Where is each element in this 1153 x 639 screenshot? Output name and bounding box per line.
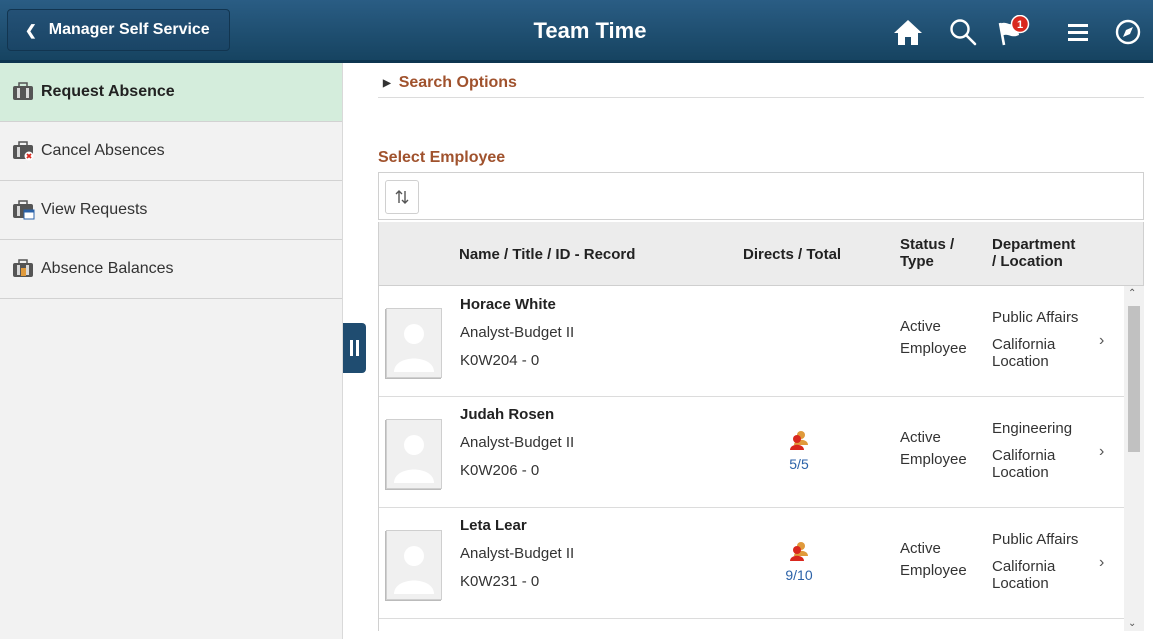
employee-department: Public Affairs California Location [992,309,1079,370]
directs-link[interactable]: 5/5 [774,429,824,472]
employee-title: Analyst-Budget II [460,434,575,451]
scroll-down-icon[interactable]: ⌄ [1128,618,1136,629]
directs-count: 5/5 [789,456,809,472]
collapse-sidebar-button[interactable] [343,323,366,373]
directs-link[interactable]: 9/10 [774,540,824,583]
page-title: Team Time [533,18,647,43]
employee-id: K0W204 - 0 [460,352,540,369]
table-row[interactable]: Judah Rosen Analyst-Budget II K0W206 - 0… [379,397,1125,508]
column-header-name[interactable]: Name / Title / ID - Record [459,246,635,263]
absence-calendar-icon [13,200,35,220]
employee-department: Public Affairs California Location [992,531,1079,592]
employee-status: Active Employee [900,318,967,357]
scrollbar-thumb[interactable] [1128,306,1140,452]
back-button[interactable]: ❮ Manager Self Service [7,9,230,51]
person-placeholder-icon [394,435,434,483]
left-navigation: Request Absence Cancel Absences View Req… [0,63,343,639]
direct-reports-icon [790,431,808,450]
chevron-right-icon[interactable]: › [1099,332,1104,350]
absence-request-icon [13,82,33,100]
table-row[interactable]: Horace White Analyst-Budget II K0W204 - … [379,286,1125,397]
pause-icon [350,340,353,356]
avatar [386,419,442,489]
search-icon[interactable] [946,15,980,49]
divider [378,97,1144,98]
employee-name: Horace White [460,296,556,313]
banner: ❮ Manager Self Service Team Time 1 [0,0,1153,63]
employee-status: Active Employee [900,540,967,579]
directs-count: 9/10 [785,567,813,583]
employee-name: Leta Lear [460,517,527,534]
chevron-left-icon: ❮ [25,21,37,38]
sidebar-item-label: Absence Balances [41,260,174,277]
search-options-toggle[interactable]: ▶ Search Options [383,74,517,92]
scrollbar[interactable]: ⌃ ⌄ [1124,286,1144,631]
person-placeholder-icon [394,546,434,594]
notification-count: 1 [1017,19,1023,31]
sort-icon [395,190,409,204]
grid-header: Name / Title / ID - Record Directs / Tot… [378,222,1144,286]
table-row[interactable]: Leta Lear Analyst-Budget II K0W231 - 0 9… [379,508,1125,619]
sidebar-item-label: View Requests [41,201,148,218]
column-header-status[interactable]: Status / Type [900,236,954,270]
absence-cancel-icon [13,141,34,161]
sidebar-item-label: Request Absence [41,83,175,100]
column-header-department[interactable]: Department / Location [992,236,1075,270]
search-options-label: Search Options [398,74,517,91]
person-placeholder-icon [394,324,434,372]
avatar [386,308,442,378]
employee-list: Horace White Analyst-Budget II K0W204 - … [378,286,1144,631]
back-button-label: Manager Self Service [48,21,210,38]
employee-department: Engineering California Location [992,420,1073,481]
avatar [386,530,442,600]
sort-button[interactable] [385,180,419,214]
chevron-right-icon[interactable]: › [1099,443,1104,461]
sidebar-item-cancel-absences[interactable]: Cancel Absences [0,122,342,181]
section-title: Select Employee [378,149,506,166]
employee-title: Analyst-Budget II [460,324,575,341]
menu-icon[interactable] [1061,15,1095,49]
grid-toolbar [378,172,1144,220]
navbar-compass-icon[interactable] [1111,15,1145,49]
sidebar-item-view-requests[interactable]: View Requests [0,181,342,240]
employee-title: Analyst-Budget II [460,545,575,562]
triangle-right-icon: ▶ [383,77,391,89]
absence-balance-icon [13,259,33,277]
home-icon[interactable] [891,15,925,49]
sidebar-item-request-absence[interactable]: Request Absence [0,63,342,122]
direct-reports-icon [790,542,808,561]
employee-status: Active Employee [900,429,967,468]
employee-name: Judah Rosen [460,406,555,423]
sidebar-item-absence-balances[interactable]: Absence Balances [0,240,342,299]
notification-flag-icon[interactable]: 1 [993,14,1033,49]
chevron-right-icon[interactable]: › [1099,554,1104,572]
scroll-up-icon[interactable]: ⌃ [1128,288,1136,299]
employee-id: K0W206 - 0 [460,462,540,479]
sidebar-item-label: Cancel Absences [41,142,165,159]
employee-id: K0W231 - 0 [460,573,540,590]
column-header-directs[interactable]: Directs / Total [743,246,841,263]
